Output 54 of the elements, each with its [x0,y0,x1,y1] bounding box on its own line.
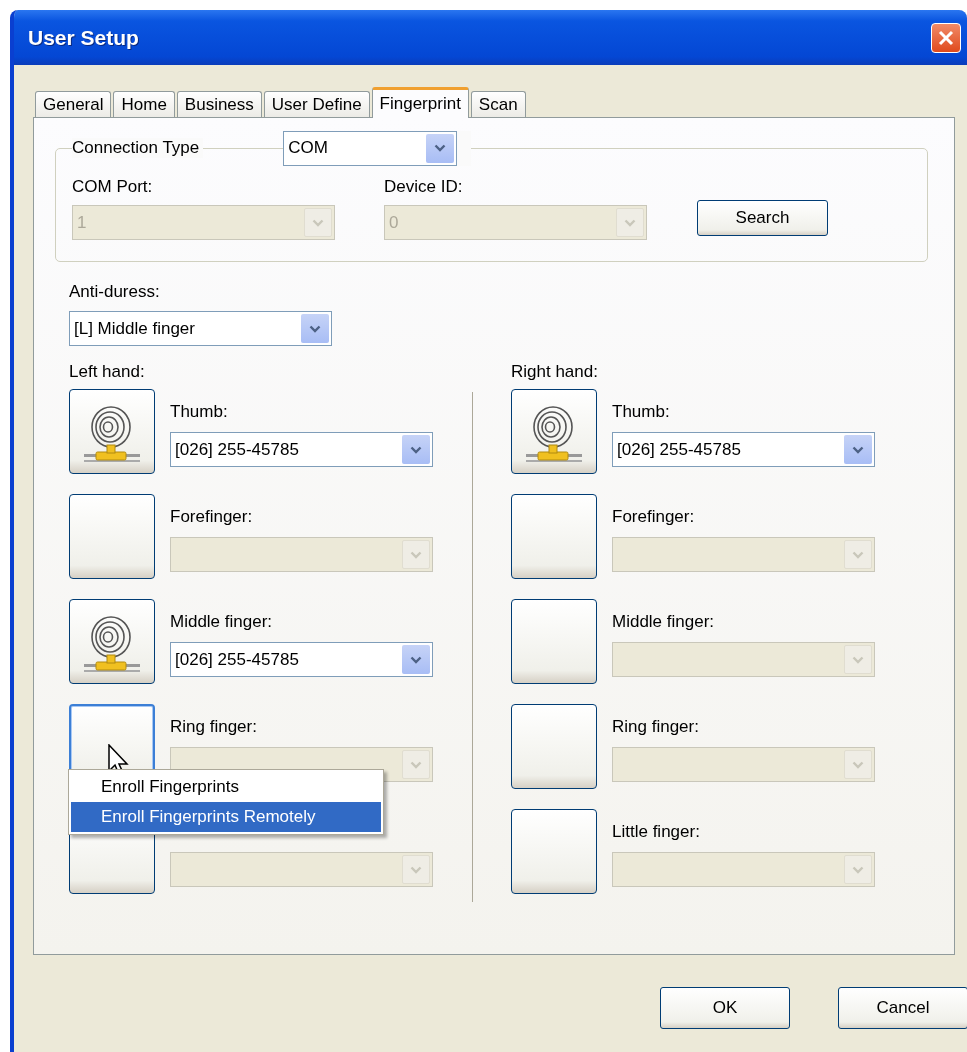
finger-label: Middle finger: [612,612,716,632]
finger-label: Ring finger: [170,717,258,737]
search-button[interactable]: Search [697,200,828,236]
finger-label: Forefinger: [170,507,254,527]
tab[interactable]: Scan [470,91,526,117]
dropdown[interactable]: COM [283,130,458,166]
chevron-icon [852,655,864,664]
chevron-icon [852,760,864,769]
finger-button[interactable] [69,599,155,684]
dropdown[interactable]: [026] 255-45785 [612,432,875,467]
menu-item[interactable]: Enroll Fingerprints [71,772,381,802]
tab[interactable]: User Define [263,91,370,117]
chevron-icon [852,550,864,559]
chevron-icon [312,218,324,227]
tab[interactable]: Business [176,91,262,117]
finger-label: Ring finger: [612,717,700,737]
dropdown[interactable]: [L] Middle finger [69,311,332,346]
finger-label: Thumb: [170,402,229,422]
finger-label: Little finger: [612,822,701,842]
chevron-icon [624,218,636,227]
field-label: COM Port: [72,177,154,197]
finger-button[interactable] [69,389,155,474]
tab[interactable]: Home [113,91,175,117]
hand-label: Left hand: [69,362,146,382]
hand-label: Right hand: [511,362,599,382]
finger-button[interactable] [511,389,597,474]
chevron-icon [410,655,422,664]
finger-label: Middle finger: [170,612,274,632]
chevron-icon [410,550,422,559]
dropdown[interactable]: [026] 255-45785 [170,642,433,677]
fingerprint-icon [524,405,584,465]
close-button[interactable] [931,22,961,53]
tab[interactable]: Fingerprint [371,87,469,118]
finger-label: Thumb: [612,402,671,422]
close-icon [937,28,955,47]
field-label: Anti-duress: [69,282,161,302]
fingerprint-icon [82,405,142,465]
window-title: User Setup [28,25,139,50]
chevron-icon [309,324,321,333]
chevron-icon [434,144,447,152]
dialog-button[interactable]: OK [660,987,790,1029]
finger-label: Forefinger: [612,507,696,527]
fingerprint-icon [82,615,142,675]
chevron-icon [852,445,864,454]
chevron-icon [410,865,422,874]
tab[interactable]: General [35,91,112,117]
menu-item[interactable]: Enroll Fingerprints Remotely [71,802,381,832]
chevron-icon [410,445,422,454]
chevron-icon [852,865,864,874]
dropdown[interactable]: [026] 255-45785 [170,432,433,467]
group-label: Connection Type [72,138,204,158]
chevron-icon [410,760,422,769]
field-label: Device ID: [384,177,464,197]
dialog-button[interactable]: Cancel [838,987,967,1029]
